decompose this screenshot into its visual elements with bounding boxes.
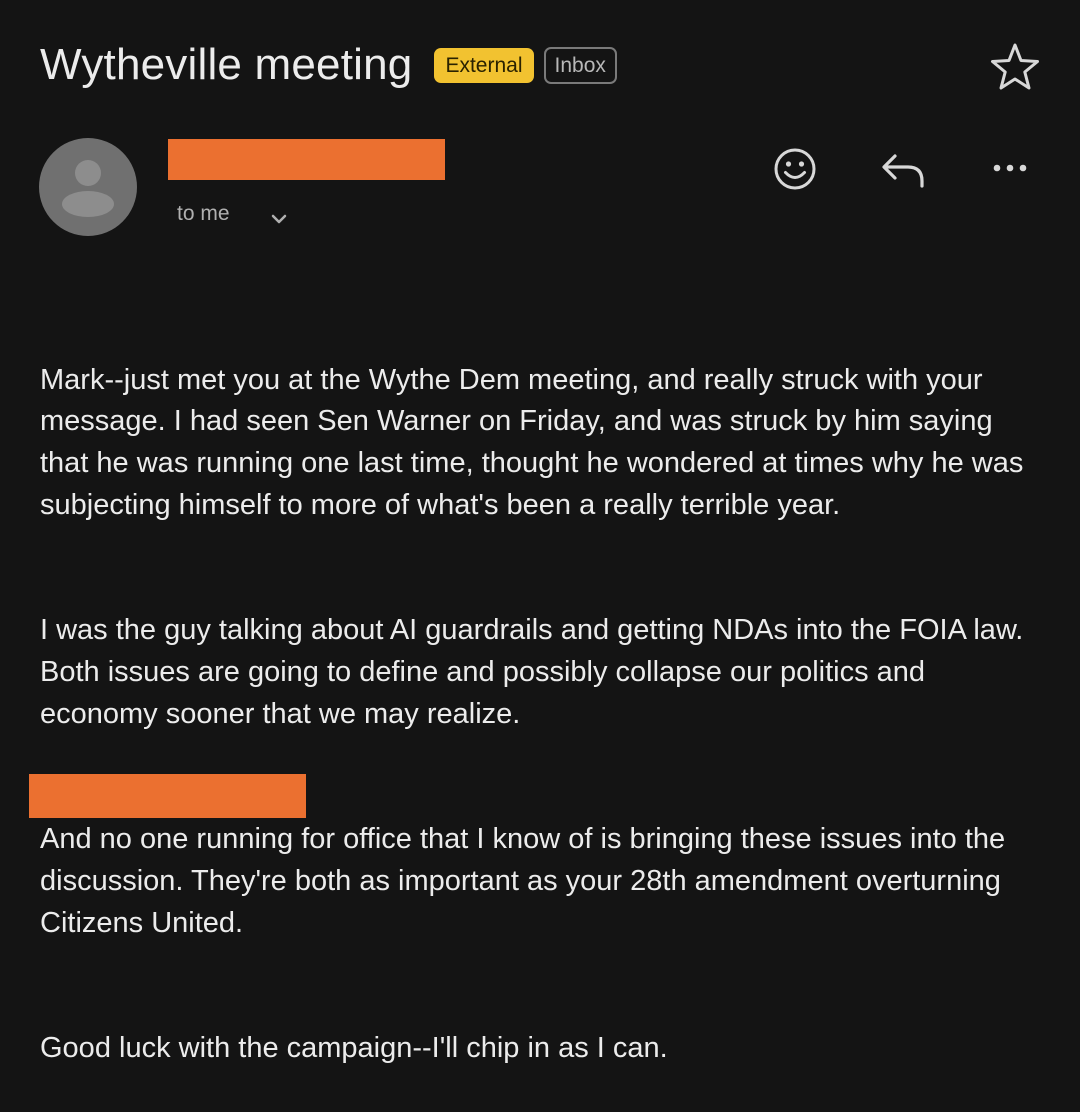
signature-redacted — [29, 774, 306, 818]
more-horizontal-icon[interactable] — [985, 144, 1035, 194]
recipient-text: to me — [177, 202, 230, 225]
chevron-down-icon[interactable] — [268, 208, 290, 230]
body-paragraph: Good luck with the campaign--I'll chip i… — [40, 1032, 668, 1065]
email-header: Wytheville meeting External Inbox — [40, 30, 1040, 100]
person-icon — [62, 160, 114, 217]
body-paragraph: Mark--just met you at the Wythe Dem meet… — [40, 363, 1032, 521]
star-icon[interactable] — [990, 42, 1040, 92]
inbox-label[interactable]: Inbox — [543, 46, 617, 84]
external-label: External — [434, 47, 534, 83]
reply-icon[interactable] — [878, 144, 928, 194]
email-body: Mark--just met you at the Wythe Dem meet… — [40, 276, 1050, 1112]
recipient-line[interactable]: to me — [177, 198, 290, 230]
body-paragraph: I was the guy talking about AI guardrail… — [40, 614, 1032, 730]
smiley-icon[interactable] — [770, 144, 820, 194]
sender-avatar[interactable] — [39, 138, 137, 236]
sender-name-redacted — [168, 139, 445, 180]
body-paragraph: And no one running for office that I kno… — [40, 823, 1014, 939]
email-subject: Wytheville meeting — [40, 40, 413, 89]
